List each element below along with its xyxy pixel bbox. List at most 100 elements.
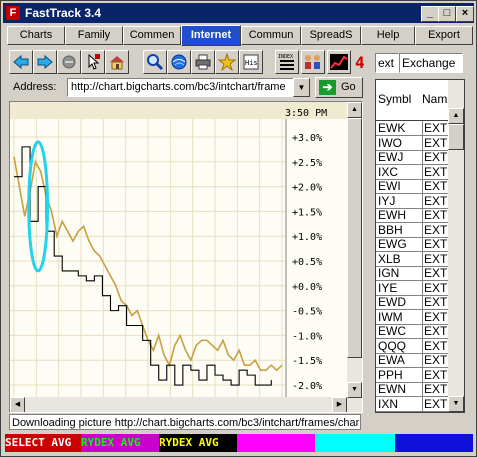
column-symbol[interactable]: Symbl	[378, 92, 411, 106]
table-row[interactable]: EWD EXT	[376, 295, 448, 310]
symbol-cell: IYE	[378, 280, 398, 295]
name-cell: EXT	[422, 193, 448, 208]
browser-horizontal-scrollbar[interactable]: ◀ ▶	[10, 397, 347, 412]
chart-grid	[10, 119, 286, 397]
rydex-avg-indicator-1[interactable]: RYDEX AVG	[81, 434, 159, 452]
magenta-indicator[interactable]	[237, 434, 315, 452]
address-dropdown-button[interactable]: ▼	[293, 78, 310, 97]
name-cell: EXT	[422, 324, 448, 338]
table-row[interactable]: EWJ EXT	[376, 150, 448, 165]
close-button[interactable]: ×	[456, 6, 474, 22]
red-four-button[interactable]: 4	[351, 50, 371, 74]
table-row[interactable]: EWA EXT	[376, 353, 448, 368]
symbol-cell: QQQ	[378, 338, 407, 353]
table-row[interactable]: IXC EXT	[376, 164, 448, 180]
scroll-down-button[interactable]: ▼	[347, 382, 362, 398]
scroll-right-button[interactable]: ▶	[332, 397, 347, 412]
table-row[interactable]: IGN EXT	[376, 266, 448, 281]
printer-icon	[195, 54, 211, 70]
symbol-cell: EWG	[378, 237, 407, 251]
y-tick-label: -1.0%	[292, 331, 322, 342]
maximize-button[interactable]: □	[438, 6, 456, 22]
y-tick-label: +2.5%	[292, 158, 322, 169]
go-arrow-icon: ➔	[319, 80, 336, 95]
table-row[interactable]: PPH EXT	[376, 367, 448, 383]
index-text: INDEX	[278, 54, 293, 60]
symbol-cell: EWC	[378, 324, 406, 338]
tab-export[interactable]: Export	[415, 26, 473, 45]
tab-charts[interactable]: Charts	[7, 26, 65, 45]
column-name[interactable]: Nam	[422, 92, 447, 106]
history-button[interactable]: His	[239, 50, 263, 74]
browser-vertical-scrollbar[interactable]: ▲ ▼	[347, 102, 362, 412]
back-button[interactable]	[9, 50, 33, 74]
table-row[interactable]: XLB EXT	[376, 251, 448, 267]
symbol-cell: PPH	[378, 367, 403, 382]
tab-communications[interactable]: Commun	[241, 26, 301, 45]
chart-button[interactable]	[327, 50, 351, 74]
name-cell: EXT	[422, 121, 448, 135]
title-bar[interactable]: F FastTrack 3.4 _ □ ×	[3, 3, 474, 23]
rydex-avg-indicator-2[interactable]: RYDEX AVG	[159, 434, 237, 452]
minimize-button[interactable]: _	[421, 6, 439, 22]
scroll-up-button[interactable]: ▲	[347, 102, 362, 118]
select-avg-indicator[interactable]: SELECT AVG	[5, 434, 81, 452]
index-button[interactable]: INDEX	[275, 50, 299, 74]
search-button[interactable]	[143, 50, 167, 74]
home-button[interactable]	[105, 50, 129, 74]
select-button[interactable]	[81, 50, 105, 74]
browser-button[interactable]	[167, 50, 191, 74]
table-row[interactable]: IYJ EXT	[376, 193, 448, 209]
favorites-button[interactable]	[215, 50, 239, 74]
print-button[interactable]	[191, 50, 215, 74]
symbol-grid: Symbl Nam EWK EXT IWO EXT EWJ EXT IXC EXT EWI EXT…	[375, 79, 465, 413]
cyan-indicator[interactable]	[315, 434, 395, 452]
scroll-thumb[interactable]	[347, 118, 362, 358]
ext-combo[interactable]: ext	[375, 53, 399, 73]
table-row[interactable]: EWG EXT	[376, 237, 448, 252]
tab-spreadsheet[interactable]: SpreadS	[301, 26, 361, 45]
grid-scroll-down-button[interactable]: ▼	[448, 396, 464, 412]
scroll-left-button[interactable]: ◀	[10, 397, 25, 412]
y-tick-label: -2.0%	[292, 381, 322, 392]
globe-icon	[171, 54, 187, 70]
exchange-combo[interactable]: Exchange	[399, 53, 463, 73]
table-row[interactable]: IWO EXT	[376, 135, 448, 151]
tab-help[interactable]: Help	[361, 26, 415, 45]
stop-button[interactable]	[57, 50, 81, 74]
table-row[interactable]: EWI EXT	[376, 179, 448, 194]
table-row[interactable]: EWN EXT	[376, 382, 448, 397]
grid-scroll-thumb[interactable]	[448, 124, 464, 150]
name-cell: EXT	[422, 179, 448, 193]
symbol-cell: IYJ	[378, 193, 396, 208]
browser-view[interactable]: 3:50 PM +3.0% +2.5% +2.0% +1.5% +1.0% +0.5% +0…	[9, 101, 363, 413]
name-cell: EXT	[422, 164, 448, 179]
blue-indicator[interactable]	[395, 434, 473, 452]
star-icon	[218, 53, 236, 71]
forward-button[interactable]	[33, 50, 57, 74]
address-input[interactable]: http://chart.bigcharts.com/bc3/intchart/…	[67, 78, 296, 97]
grid-scroll-up-button[interactable]: ▲	[448, 108, 464, 124]
go-button[interactable]: ➔ Go	[315, 77, 363, 98]
people-button[interactable]	[301, 50, 325, 74]
table-row[interactable]: IYE EXT	[376, 280, 448, 296]
tab-family[interactable]: Family	[65, 26, 123, 45]
address-label: Address:	[13, 81, 57, 93]
table-row[interactable]: EWH EXT	[376, 208, 448, 223]
table-row[interactable]: EWC EXT	[376, 324, 448, 339]
name-cell: EXT	[422, 237, 448, 251]
tab-commentary[interactable]: Commen	[123, 26, 181, 45]
table-row[interactable]: BBH EXT	[376, 222, 448, 238]
table-row[interactable]: IXN EXT	[376, 396, 448, 412]
arrow-right-icon	[37, 54, 53, 70]
grid-scrollbar[interactable]: ▲ ▼	[448, 80, 464, 412]
name-cell: EXT	[422, 251, 448, 266]
tab-internet[interactable]: Internet	[181, 25, 241, 46]
table-row[interactable]: IWM EXT	[376, 309, 448, 325]
y-tick-label: -1.5%	[292, 356, 322, 367]
table-row[interactable]: QQQ EXT	[376, 338, 448, 354]
table-row[interactable]: EWK EXT	[376, 121, 448, 136]
symbol-cell: EWI	[378, 179, 401, 193]
indicator-strip: SELECT AVG RYDEX AVG RYDEX AVG	[5, 434, 473, 452]
go-label: Go	[341, 81, 356, 93]
